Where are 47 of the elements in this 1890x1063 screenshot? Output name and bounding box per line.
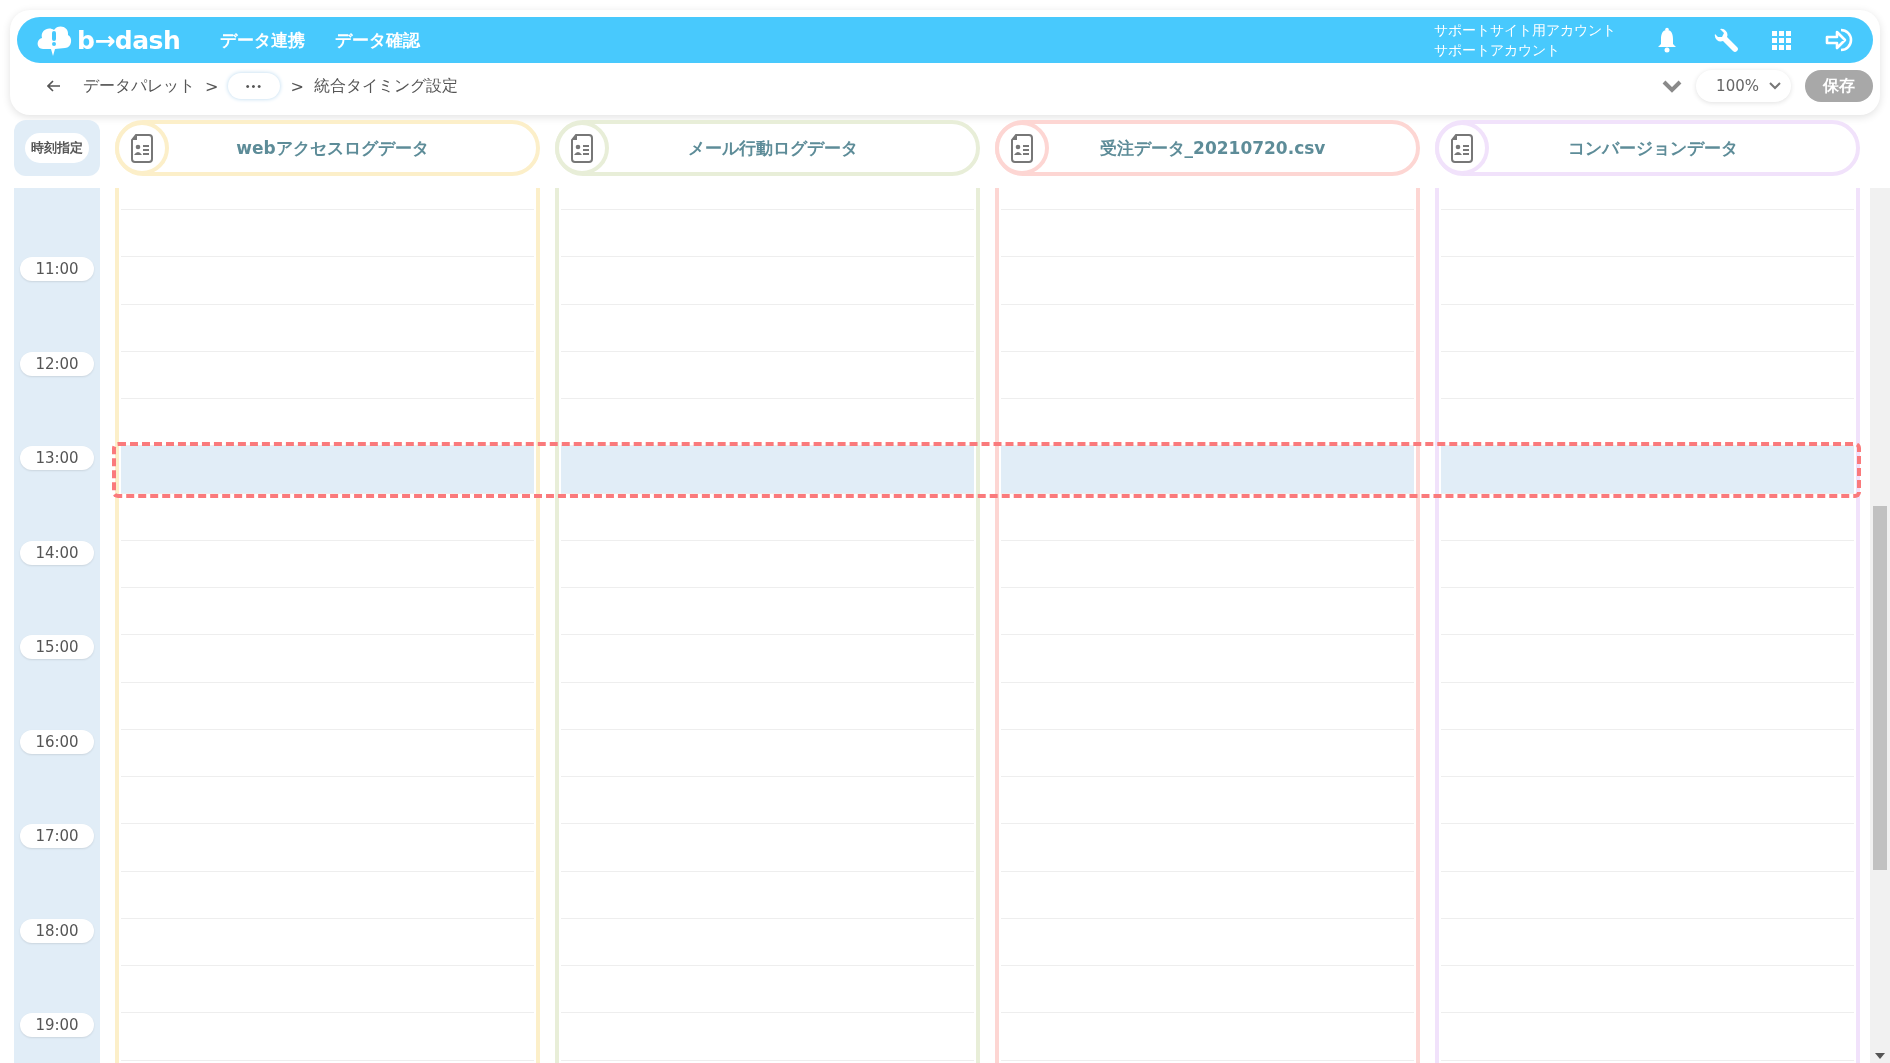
more-button[interactable]: ••• — [228, 73, 281, 99]
grid-icon[interactable] — [1772, 30, 1791, 50]
nav-link[interactable]: データ連携 — [220, 28, 306, 52]
time-label: 15:00 — [20, 635, 94, 659]
data-source-tab[interactable]: コンバージョンデータ — [1435, 120, 1860, 176]
breadcrumb-link[interactable]: データパレット — [83, 75, 195, 97]
back-arrow-icon[interactable] — [47, 80, 61, 92]
time-label: 19:00 — [20, 1013, 94, 1037]
time-label: 18:00 — [20, 918, 94, 943]
document-icon — [1009, 132, 1035, 164]
sign-in-icon[interactable] — [1825, 27, 1855, 53]
document-icon — [569, 132, 595, 164]
wrench-icon[interactable] — [1712, 27, 1738, 53]
logo-text: b→dash — [77, 25, 181, 55]
account-name: サポートサイト用アカウント — [1434, 21, 1616, 40]
time-slot[interactable] — [1441, 446, 1854, 494]
data-source-name: webアクセスログデータ — [235, 136, 430, 160]
time-label: 12:00 — [20, 351, 94, 376]
time-slot[interactable] — [561, 446, 974, 494]
data-source-name: コンバージョンデータ — [1566, 136, 1739, 160]
data-source-tab[interactable]: webアクセスログデータ — [115, 120, 540, 176]
bell-icon[interactable] — [1656, 27, 1678, 53]
data-source-tab[interactable]: 受注データ_20210720.csv — [995, 120, 1420, 176]
breadcrumb-separator: > — [290, 76, 304, 96]
time-label: 16:00 — [20, 729, 94, 754]
time-label: 17:00 — [20, 824, 94, 848]
scroll-down-icon[interactable] — [1875, 1053, 1885, 1059]
breadcrumb-separator: > — [205, 76, 219, 96]
time-label: 13:00 — [20, 446, 94, 470]
time-slot[interactable] — [1001, 446, 1414, 494]
scrollbar[interactable] — [1870, 188, 1890, 1063]
time-label: 11:00 — [20, 257, 94, 281]
chevron-down-icon[interactable] — [1662, 79, 1683, 93]
time-slot[interactable] — [121, 446, 534, 494]
time-label: 14:00 — [20, 540, 94, 565]
data-source-name: 受注データ_20210720.csv — [1098, 136, 1327, 160]
data-source-name: メール行動ログデータ — [686, 136, 859, 160]
scrollbar-thumb[interactable] — [1873, 506, 1887, 870]
nav-link[interactable]: データ確認 — [335, 28, 421, 52]
document-icon — [129, 132, 155, 164]
time-header-label: 時刻指定 — [25, 133, 89, 163]
zoom-select[interactable]: 100% — [1696, 70, 1791, 102]
data-source-tab[interactable]: メール行動ログデータ — [555, 120, 980, 176]
account-name: サポートアカウント — [1434, 41, 1561, 60]
caret-icon — [1769, 82, 1781, 90]
breadcrumb-current: 統合タイミング設定 — [313, 75, 458, 97]
document-icon — [1449, 132, 1475, 164]
